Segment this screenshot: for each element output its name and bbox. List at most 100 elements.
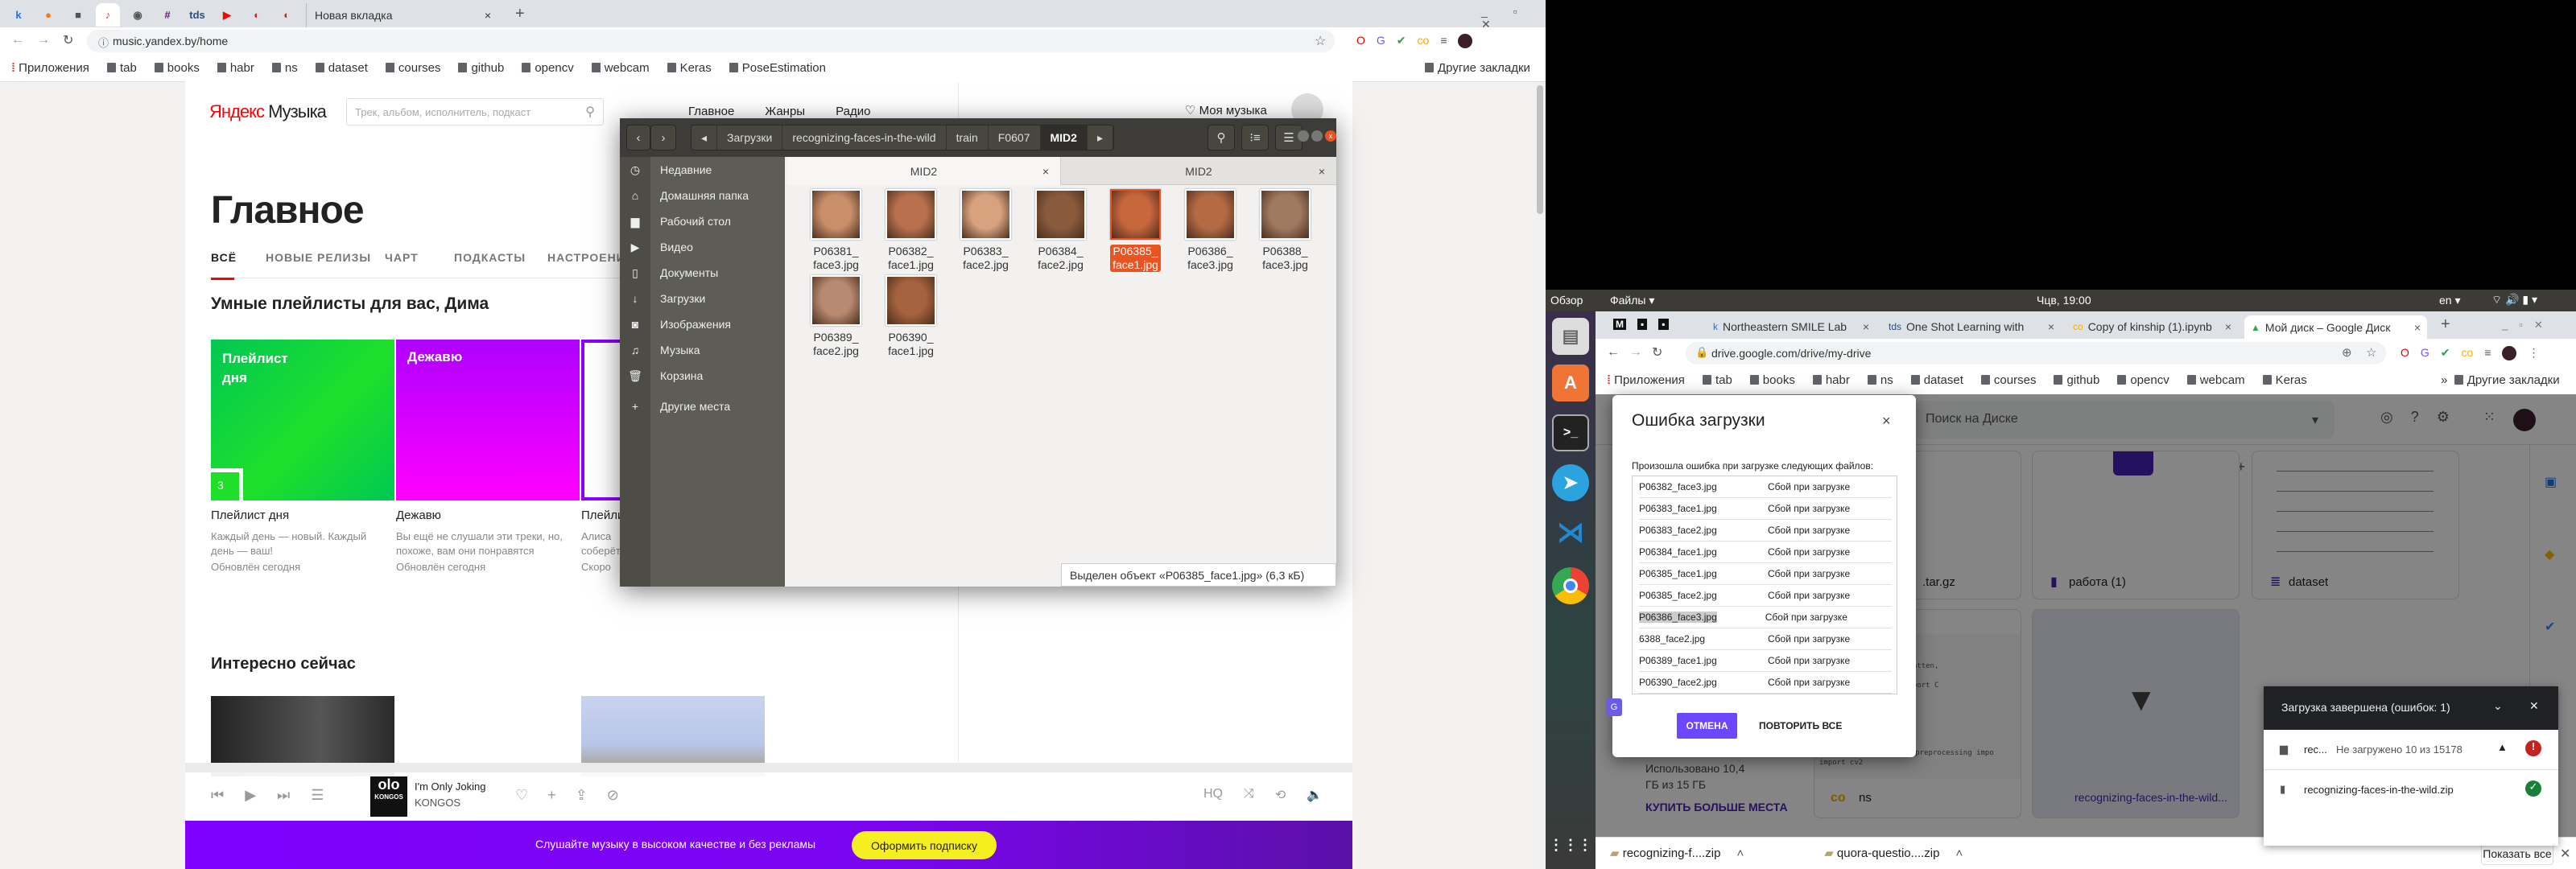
volume-icon[interactable]: 🔈: [1307, 787, 1323, 803]
playlist-cover-day[interactable]: Плейлист дня 3: [211, 340, 394, 500]
bookmark-star-icon[interactable]: ☆: [1315, 33, 1326, 49]
share-icon[interactable]: ⇪: [576, 787, 588, 804]
subscribe-button[interactable]: Оформить подписку: [852, 831, 997, 859]
pinned-tab[interactable]: ▶: [215, 3, 239, 27]
repeat-icon[interactable]: ⟲: [1275, 787, 1286, 803]
sidebar-item[interactable]: ▆ Рабочий стол: [620, 210, 785, 233]
breadcrumb-right-arrow[interactable]: ▸: [1088, 126, 1113, 150]
pinned-tab[interactable]: ◉: [126, 3, 150, 27]
upload-item-ok[interactable]: ▮ recognizing-faces-in-the-wild.zip ✓: [2264, 770, 2558, 810]
bookmark-webcam[interactable]: webcam: [591, 61, 650, 75]
bookmark-apps[interactable]: ⁞ Приложения: [1607, 373, 1685, 387]
bookmark-keras[interactable]: Keras: [667, 61, 712, 75]
failed-file-name[interactable]: P06390_face2.jpg: [1639, 677, 1768, 688]
file-item[interactable]: P06383_ face2.jpg: [948, 189, 1023, 273]
address-bar[interactable]: 🔒 drive.google.com/drive/my-drive ⊕ ☆: [1686, 342, 2386, 364]
breadcrumb-item[interactable]: F0607: [989, 126, 1041, 150]
translate-extension-icon[interactable]: G: [2421, 346, 2429, 360]
bookmark-github[interactable]: github: [2054, 373, 2099, 387]
software-app-icon[interactable]: A: [1552, 364, 1589, 402]
chevron-up-icon[interactable]: ˄: [1736, 846, 1744, 860]
search-button[interactable]: ⚲: [1208, 125, 1235, 150]
browser-tab[interactable]: ▲ Мой диск – Google Диск ×: [2244, 315, 2427, 339]
failed-file-name[interactable]: P06385_face1.jpg: [1639, 568, 1768, 579]
forward-icon[interactable]: →: [37, 33, 50, 47]
reload-icon[interactable]: ↻: [63, 32, 73, 48]
profile-avatar[interactable]: [1458, 34, 1473, 48]
window-controls[interactable]: _▫✕: [2502, 319, 2554, 332]
sidebar-item[interactable]: ⌂ Домашняя папка: [620, 184, 785, 207]
forward-button[interactable]: ›: [650, 125, 676, 150]
bookmark-apps[interactable]: ⁞ Приложения: [11, 61, 89, 75]
pinned-tab[interactable]: #: [155, 3, 180, 27]
pinned-tab[interactable]: ●: [36, 3, 60, 27]
close-tab-icon[interactable]: ×: [1042, 165, 1049, 178]
next-track-icon[interactable]: ⏭: [277, 787, 290, 804]
bookmark-ns[interactable]: ns: [271, 61, 298, 75]
sidebar-item[interactable]: ▯ Документы: [620, 262, 785, 284]
tab-new-tab[interactable]: Новая вкладка ×: [306, 3, 499, 27]
browser-tab[interactable]: co Copy of kinship (1).ipynb ×: [2066, 315, 2238, 338]
chevron-up-icon[interactable]: ˄: [1955, 846, 1963, 860]
url-text[interactable]: drive.google.com/drive/my-drive: [1711, 347, 1871, 360]
file-item[interactable]: P06389_ face2.jpg: [799, 275, 873, 359]
file-item[interactable]: P06382_ face1.jpg: [873, 189, 948, 273]
cancel-button[interactable]: ОТМЕНА: [1677, 713, 1737, 739]
bookmark-courses[interactable]: courses: [385, 61, 440, 75]
playlist-name[interactable]: Плейлист дня: [211, 509, 388, 522]
chrome-menu-icon[interactable]: ⋮: [2528, 346, 2539, 360]
bookmark-opencv[interactable]: opencv: [2117, 373, 2169, 387]
system-tray-icons[interactable]: ⌔ 🔊 ▮ ▾: [2491, 293, 2537, 307]
block-icon[interactable]: ⊘: [607, 787, 619, 804]
other-bookmarks[interactable]: » Другие закладки: [2441, 373, 2560, 387]
close-button[interactable]: x: [1325, 130, 1336, 142]
minimize-button[interactable]: [1298, 130, 1309, 142]
file-item[interactable]: P06386_ face3.jpg: [1173, 189, 1248, 273]
browser-tab[interactable]: tds One Shot Learning with ×: [1882, 315, 2061, 338]
close-tab-icon[interactable]: ×: [1319, 165, 1325, 178]
tab-2[interactable]: ЧАРТ: [385, 251, 419, 264]
tab-3[interactable]: ПОДКАСТЫ: [454, 251, 526, 264]
nav-link[interactable]: Главное: [688, 105, 734, 118]
file-item[interactable]: P06384_ face2.jpg: [1023, 189, 1098, 273]
bookmark-books[interactable]: books: [154, 61, 200, 75]
tab-mid2-2[interactable]: MID2 ×: [1061, 157, 1336, 185]
upload-item-error[interactable]: ▆ rec... Не загружено 10 из 15178 ▲ !: [2264, 730, 2558, 770]
media-icon[interactable]: ≡: [1440, 34, 1447, 48]
close-tab-icon[interactable]: ×: [2414, 321, 2421, 334]
activities-button[interactable]: Обзор: [1550, 294, 1583, 307]
bookmark-tab[interactable]: tab: [106, 61, 137, 75]
address-bar[interactable]: ⓘ music.yandex.by/home ☆: [87, 30, 1335, 52]
track-artist[interactable]: KONGOS: [415, 797, 460, 809]
url-text[interactable]: music.yandex.by/home: [113, 35, 228, 47]
pinned-tab[interactable]: k: [6, 3, 31, 27]
scrollbar-thumb[interactable]: [1537, 85, 1543, 214]
shuffle-icon[interactable]: ⤨: [1244, 787, 1254, 803]
close-tab-icon[interactable]: ×: [485, 9, 491, 22]
show-all-downloads-button[interactable]: Показать все: [2481, 842, 2553, 865]
adguard-extension-icon[interactable]: ✔: [2441, 346, 2450, 360]
pinned-tab-medium[interactable]: M: [1613, 319, 1626, 330]
like-icon[interactable]: ♡: [515, 787, 528, 804]
colab-extension-icon[interactable]: co: [2462, 346, 2474, 360]
breadcrumb-item[interactable]: recognizing-faces-in-the-wild: [782, 126, 947, 150]
bookmark-keras[interactable]: Keras: [2262, 373, 2307, 387]
file-item[interactable]: P06390_ face1.jpg: [873, 275, 948, 359]
view-toggle-button[interactable]: ⁝≡: [1241, 125, 1269, 150]
new-tab-button[interactable]: +: [515, 5, 525, 23]
bookmark-webcam[interactable]: webcam: [2186, 373, 2245, 387]
close-dialog-icon[interactable]: ×: [1882, 413, 1891, 430]
failed-file-name[interactable]: P06382_face3.jpg: [1639, 481, 1768, 492]
translate-extension-icon[interactable]: G: [1377, 34, 1385, 48]
pinned-tab[interactable]: ◐: [275, 3, 299, 27]
search-input[interactable]: Трек, альбом, исполнитель, подкаст ⚲: [346, 98, 604, 126]
file-item[interactable]: P06385_ face1.jpg: [1098, 189, 1173, 273]
collapse-icon[interactable]: ⌄: [2493, 699, 2503, 713]
retry-all-button[interactable]: ПОВТОРИТЬ ВСЕ: [1759, 720, 1842, 731]
tab-mid2-1[interactable]: MID2 ×: [787, 157, 1061, 185]
tab-0[interactable]: ВСЁ: [211, 251, 237, 264]
failed-file-name[interactable]: P06385_face2.jpg: [1639, 590, 1768, 601]
terminal-app-icon[interactable]: >_: [1552, 414, 1589, 451]
app-menu[interactable]: Файлы ▾: [1610, 294, 1654, 307]
failed-file-name[interactable]: P06386_face3.jpg: [1639, 612, 1717, 623]
